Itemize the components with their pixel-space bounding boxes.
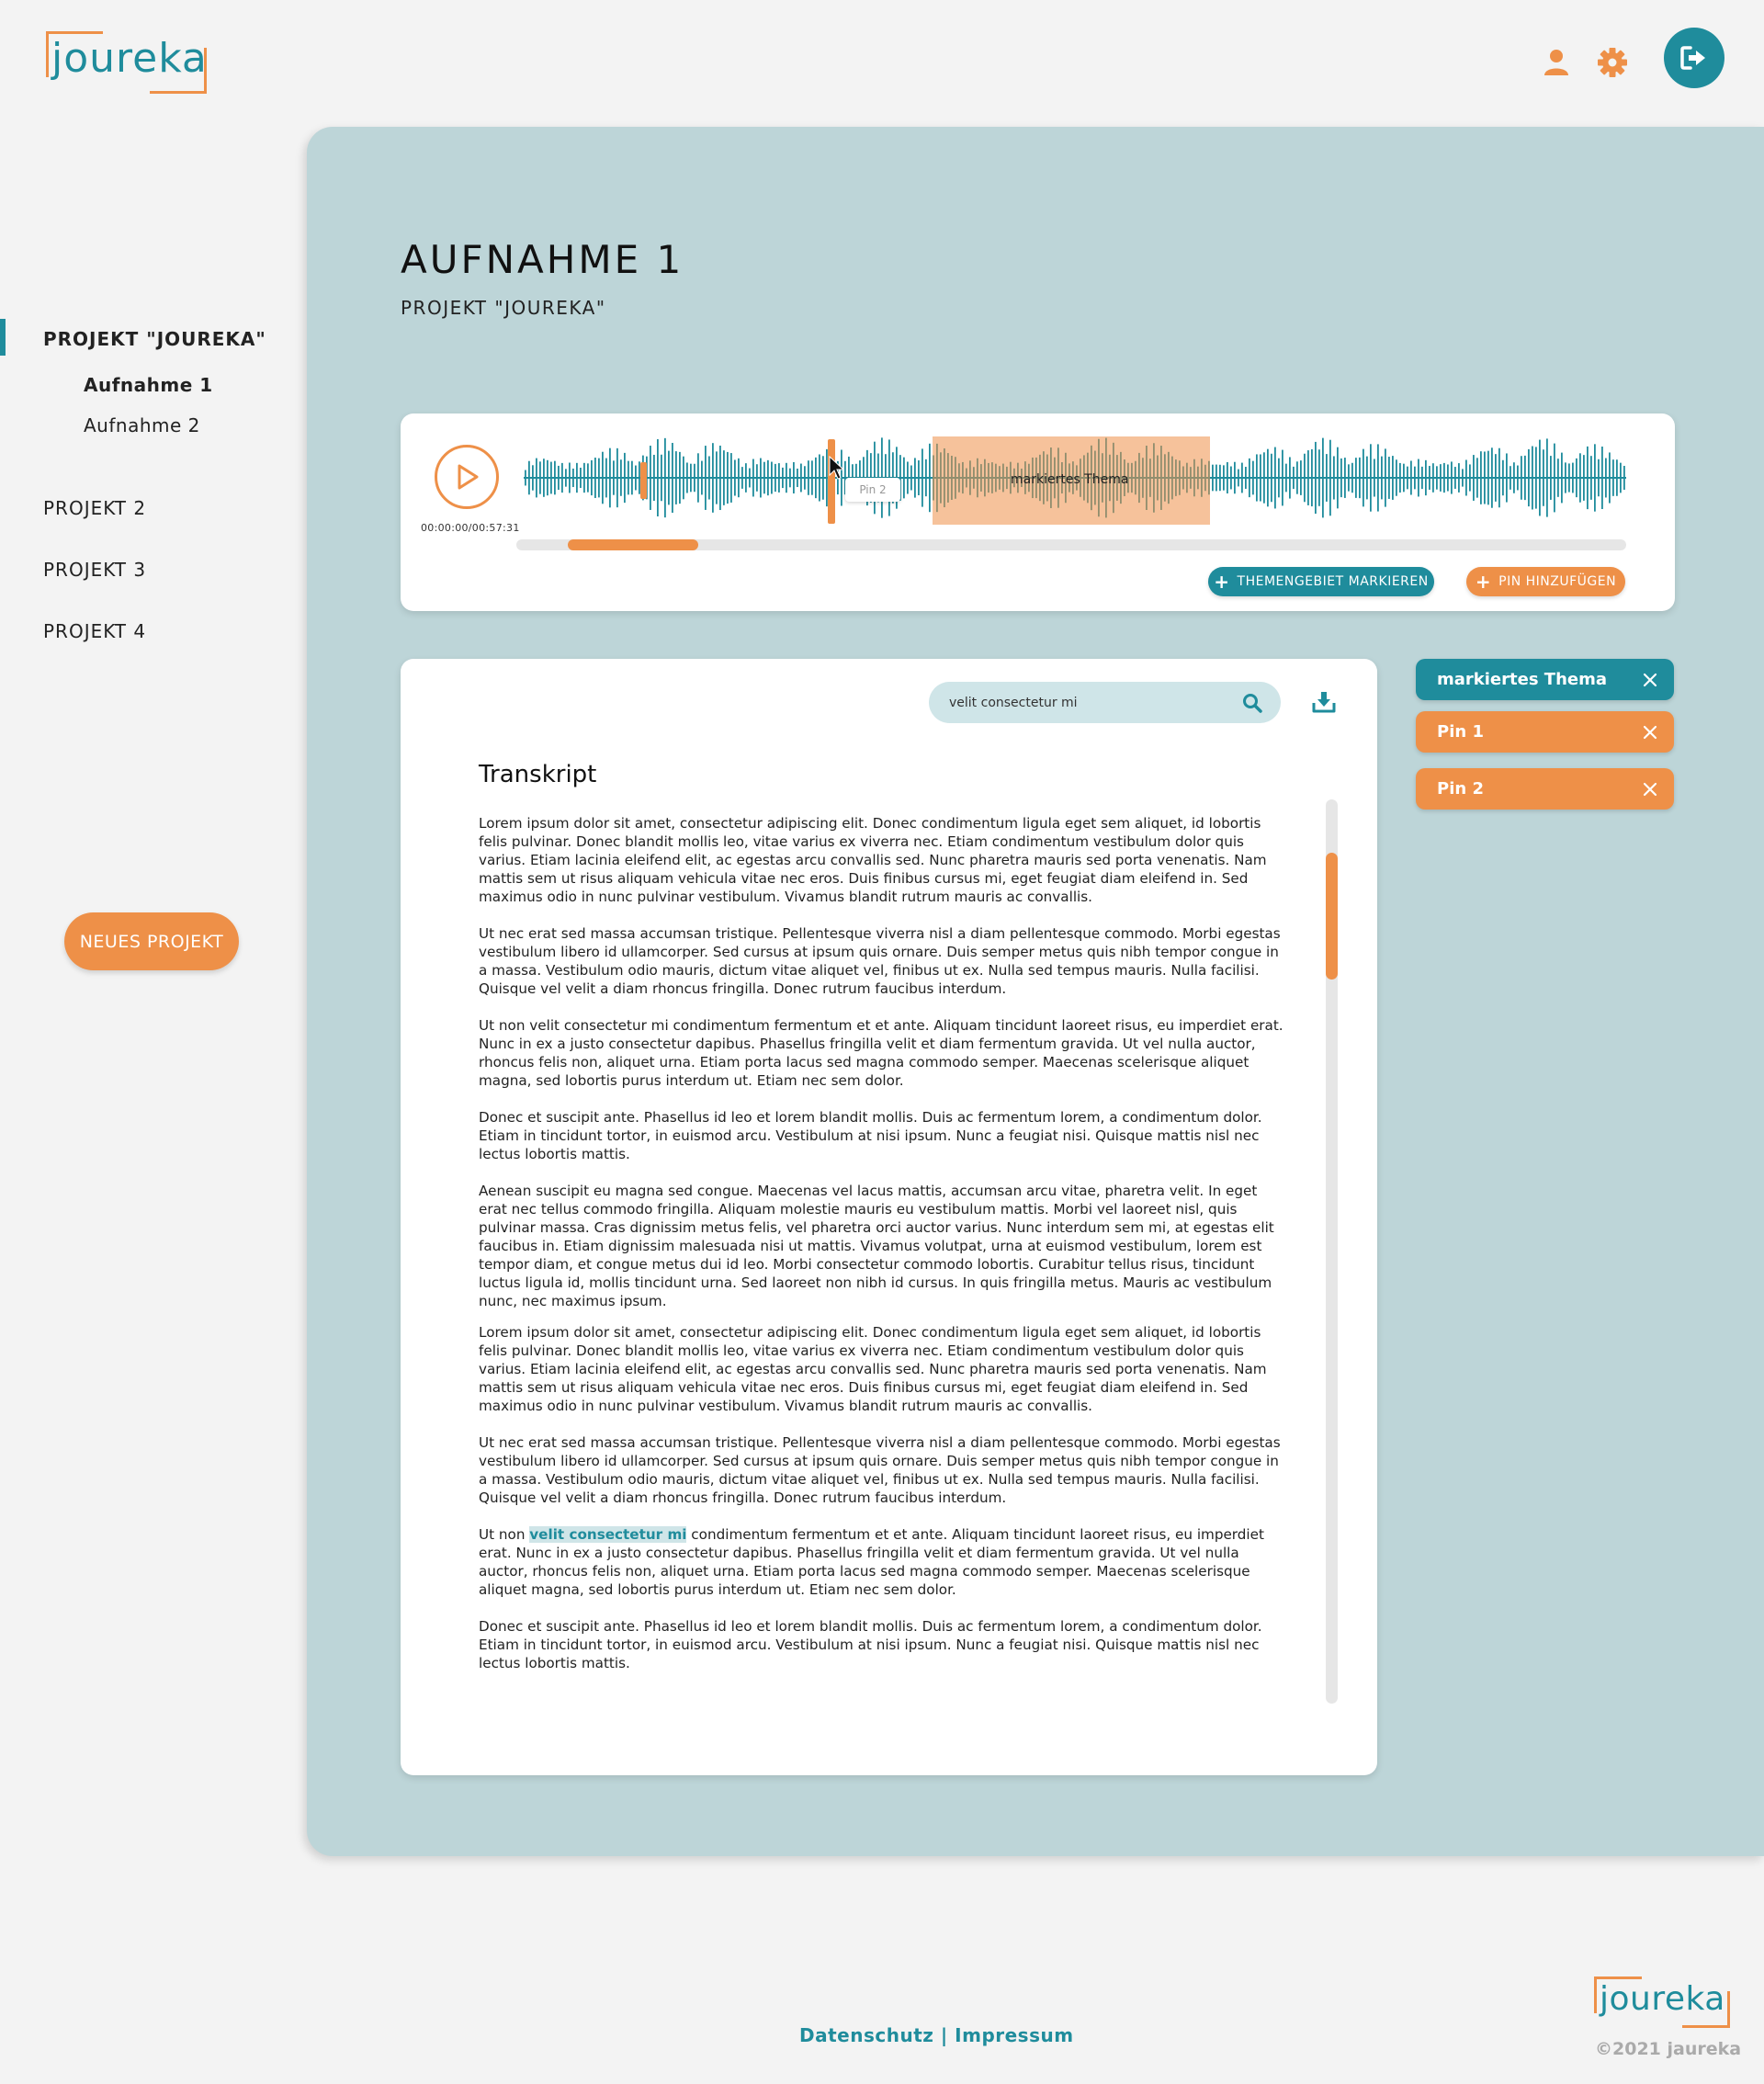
transcript-scrollbar-thumb[interactable] (1326, 853, 1338, 980)
footer-links: Datenschutz | Impressum (799, 2024, 1074, 2046)
sidebar-recording-1[interactable]: Aufnahme 1 (84, 374, 213, 396)
tag-label: Pin 1 (1437, 722, 1484, 742)
new-project-button[interactable]: NEUES PROJEKT (64, 912, 239, 970)
transcript-paragraph: Ut non velit consectetur mi condimentum … (479, 1525, 1284, 1599)
logout-icon (1680, 46, 1705, 70)
search-icon[interactable] (1242, 693, 1262, 713)
pin-tooltip: Pin 2 (845, 478, 900, 502)
transcript-paragraph: Ut non velit consectetur mi condimentum … (479, 1017, 1283, 1089)
close-icon[interactable] (1643, 782, 1657, 797)
footer-separator: | (940, 2024, 948, 2046)
page-subtitle: PROJEKT "JOUREKA" (401, 297, 606, 319)
transcript-paragraph: Donec et suscipit ante. Phasellus id leo… (479, 1109, 1262, 1162)
tag-marked-theme[interactable]: markiertes Thema (1416, 659, 1674, 700)
pin-1-marker[interactable] (640, 462, 647, 499)
paragraph-text-before: Ut non (479, 1526, 530, 1543)
page-title: AUFNAHME 1 (401, 237, 684, 282)
sidebar-project-4[interactable]: PROJEKT 4 (43, 620, 146, 642)
search-highlight: velit consectetur mi (529, 1526, 687, 1543)
download-button[interactable] (1309, 687, 1339, 717)
privacy-link[interactable]: Datenschutz (799, 2024, 933, 2046)
plus-icon: + (1214, 571, 1230, 593)
pin-2-marker[interactable] (828, 439, 835, 524)
play-button[interactable] (435, 445, 499, 509)
transcript-paragraph: Donec et suscipit ante. Phasellus id leo… (479, 1618, 1262, 1671)
logo-text: joureka (51, 35, 208, 82)
tag-pin-2[interactable]: Pin 2 (1416, 768, 1674, 810)
marked-theme-region-label: markiertes Thema (1011, 472, 1129, 487)
add-pin-button[interactable]: + PIN HINZUFÜGEN (1466, 567, 1625, 596)
sidebar-recording-2[interactable]: Aufnahme 2 (84, 414, 200, 436)
add-pin-label: PIN HINZUFÜGEN (1498, 574, 1617, 589)
transcript-paragraph: Ut nec erat sed massa accumsan tristique… (479, 1434, 1281, 1506)
playback-scrubber-thumb[interactable] (568, 539, 698, 550)
tag-label: Pin 2 (1437, 779, 1484, 798)
tag-pin-1[interactable]: Pin 1 (1416, 711, 1674, 753)
transcript-paragraph: Aenean suscipit eu magna sed congue. Mae… (479, 1183, 1274, 1309)
plus-icon: + (1475, 571, 1492, 593)
gear-icon[interactable] (1596, 46, 1629, 79)
sidebar-project-joureka[interactable]: PROJEKT "JOUREKA" (43, 328, 266, 350)
logo[interactable]: joureka (46, 31, 207, 94)
mouse-cursor-icon (829, 456, 845, 480)
active-project-indicator (0, 319, 6, 356)
close-icon[interactable] (1643, 673, 1657, 687)
transcript-paragraph: Ut nec erat sed massa accumsan tristique… (479, 925, 1281, 997)
mark-topic-button[interactable]: + THEMENGEBIET MARKIEREN (1208, 567, 1434, 596)
transcript-paragraph: Lorem ipsum dolor sit amet, consectetur … (479, 1324, 1267, 1414)
transcript-text: Lorem ipsum dolor sit amet, consectetur … (479, 814, 1284, 1691)
sidebar-project-2[interactable]: PROJEKT 2 (43, 497, 146, 519)
footer-logo: joureka (1594, 1976, 1730, 2028)
footer-logo-text: joureka (1600, 1980, 1725, 2018)
imprint-link[interactable]: Impressum (955, 2024, 1073, 2046)
play-icon (458, 464, 479, 490)
logout-button[interactable] (1664, 28, 1724, 88)
download-icon (1312, 692, 1336, 713)
user-icon[interactable] (1540, 46, 1573, 79)
tag-label: markiertes Thema (1437, 670, 1608, 689)
mark-topic-label: THEMENGEBIET MARKIEREN (1237, 574, 1429, 589)
search-input[interactable] (949, 695, 1242, 710)
copyright: ©2021 jaureka (1595, 2039, 1742, 2059)
transcript-heading: Transkript (479, 761, 597, 788)
transcript-paragraph: Lorem ipsum dolor sit amet, consectetur … (479, 815, 1267, 905)
search-bar (929, 682, 1281, 723)
time-readout: 00:00:00/00:57:31 (421, 522, 520, 534)
close-icon[interactable] (1643, 725, 1657, 740)
sidebar-project-3[interactable]: PROJEKT 3 (43, 559, 146, 581)
